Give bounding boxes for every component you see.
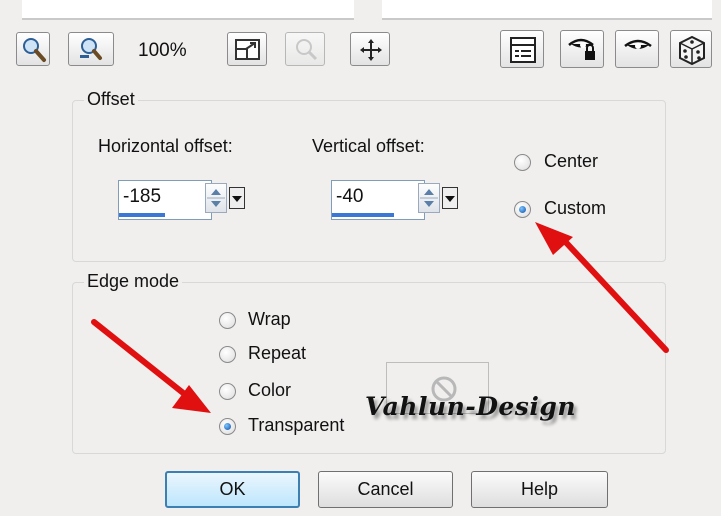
horizontal-offset-dropdown[interactable]	[229, 187, 245, 209]
help-button[interactable]: Help	[471, 471, 608, 508]
ok-button[interactable]: OK	[165, 471, 300, 508]
pan-move-icon	[360, 39, 382, 61]
horizontal-offset-spinner[interactable]	[205, 183, 227, 213]
center-label: Center	[544, 151, 599, 171]
chevron-down-icon	[445, 196, 455, 202]
zoom-level: 100%	[138, 40, 187, 61]
zoom-out-icon	[80, 38, 102, 60]
offset-legend: Offset	[84, 89, 138, 110]
preview-strip-left	[22, 0, 354, 20]
watermark-text: Vahlun-Design	[365, 392, 577, 421]
vertical-offset-spinner[interactable]	[418, 183, 440, 213]
spin-arrows-icon	[420, 189, 438, 207]
edge-mode-repeat-label: Repeat	[248, 343, 307, 363]
preview-settings-button[interactable]	[500, 30, 544, 68]
zoom-to-fit-button[interactable]	[227, 32, 267, 66]
edge-mode-transparent-radio[interactable]	[219, 418, 236, 435]
edge-mode-wrap-radio[interactable]	[219, 312, 236, 329]
eye-toggle-button[interactable]	[615, 30, 659, 68]
eye-lock-button[interactable]	[560, 30, 604, 68]
edge-mode-group	[72, 282, 666, 454]
vertical-offset-label: Vertical offset:	[312, 136, 425, 156]
horizontal-offset-input[interactable]: -185	[118, 180, 212, 220]
spin-arrows-icon	[207, 189, 225, 207]
edge-mode-wrap-label: Wrap	[248, 309, 291, 329]
zoom-to-fit-icon	[235, 39, 260, 60]
custom-radio[interactable]	[514, 201, 531, 218]
horizontal-offset-value: -185	[123, 186, 162, 207]
eye-lock-icon	[568, 38, 595, 60]
horizontal-offset-label: Horizontal offset:	[98, 136, 233, 156]
vertical-offset-slider[interactable]	[332, 213, 394, 217]
preview-strip-right	[382, 0, 712, 20]
vertical-offset-dropdown[interactable]	[442, 187, 458, 209]
chevron-down-icon	[232, 196, 242, 202]
dice-randomize-icon	[679, 35, 705, 66]
custom-label: Custom	[544, 198, 607, 218]
horizontal-offset-slider[interactable]	[119, 213, 165, 217]
zoom-in-button[interactable]	[16, 32, 50, 66]
eye-icon	[624, 39, 652, 49]
center-radio[interactable]	[514, 154, 531, 171]
edge-mode-repeat-radio[interactable]	[219, 346, 236, 363]
zoom-disabled-button	[285, 32, 325, 66]
zoom-out-button[interactable]	[68, 32, 114, 66]
edge-mode-color-radio[interactable]	[219, 383, 236, 400]
cancel-button[interactable]: Cancel	[318, 471, 453, 508]
pan-move-button[interactable]	[350, 32, 390, 66]
preview-settings-icon	[510, 37, 536, 63]
zoom-disabled-icon	[296, 39, 318, 61]
zoom-in-icon	[23, 38, 46, 62]
vertical-offset-input[interactable]: -40	[331, 180, 425, 220]
vertical-offset-value: -40	[336, 186, 364, 207]
edge-mode-transparent-label: Transparent	[248, 415, 345, 435]
randomize-button[interactable]	[670, 30, 712, 68]
edge-mode-legend: Edge mode	[84, 271, 183, 292]
edge-mode-color-label: Color	[248, 380, 292, 400]
